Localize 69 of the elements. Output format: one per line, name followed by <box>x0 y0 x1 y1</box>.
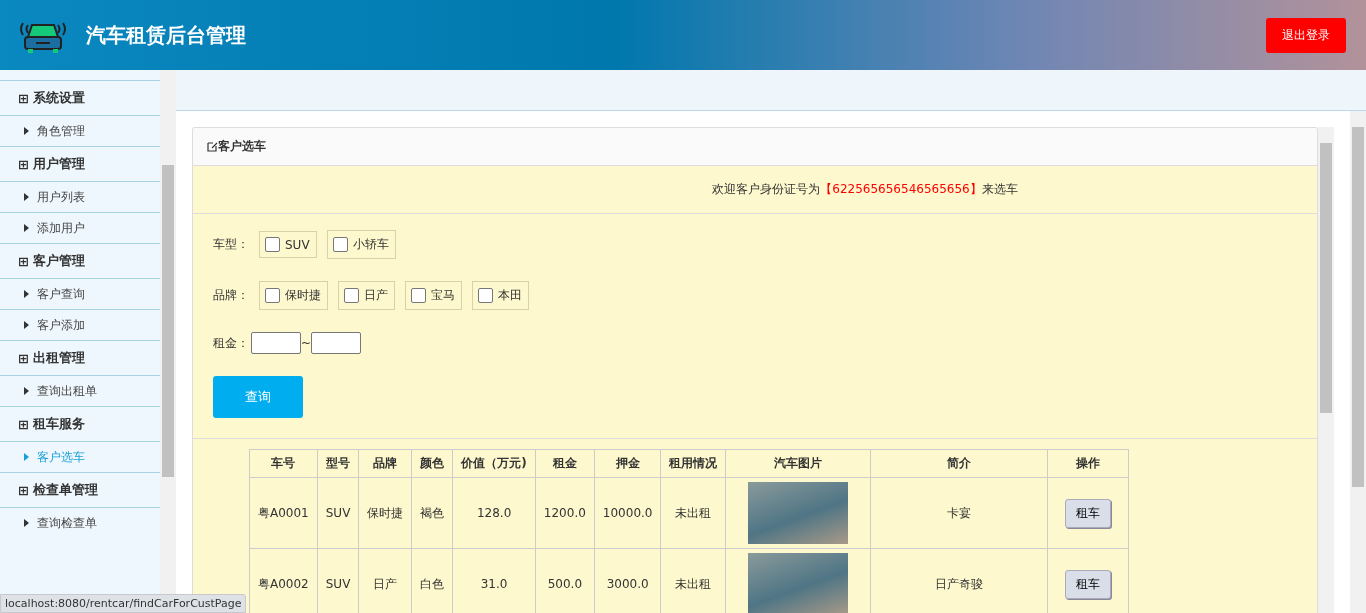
table-cell: 卡宴 <box>870 477 1048 549</box>
column-header: 型号 <box>317 449 359 478</box>
checkbox[interactable] <box>265 288 280 303</box>
table-cell: SUV <box>317 477 359 549</box>
column-header: 简介 <box>870 449 1048 478</box>
menu-group-label: 出租管理 <box>32 349 85 367</box>
edit-icon <box>207 141 218 152</box>
table-cell: 粤A0002 <box>249 548 318 613</box>
status-url-tooltip: localhost:8080/rentcar/findCarForCustPage <box>0 594 247 613</box>
range-separator: ~ <box>301 336 312 350</box>
filter-label: 车型： <box>213 236 249 253</box>
checkbox[interactable] <box>332 237 348 252</box>
table-cell: 粤A0001 <box>249 477 318 549</box>
rent-button[interactable]: 租车 <box>1065 498 1112 528</box>
scrollbar[interactable] <box>1350 111 1366 613</box>
caret-icon <box>24 453 29 461</box>
expand-icon: ⊞ <box>18 90 29 106</box>
checkbox-option[interactable]: 保时捷 <box>259 281 328 310</box>
caret-icon <box>24 519 29 527</box>
panel-title: 客户选车 <box>218 138 266 155</box>
expand-icon: ⊞ <box>18 253 29 269</box>
column-header: 价值（万元) <box>452 449 536 478</box>
column-header: 车号 <box>249 449 318 478</box>
min-rent-field[interactable] <box>251 332 301 354</box>
menu-group-label: 租车服务 <box>32 415 85 433</box>
menu-group-label: 客户管理 <box>32 252 85 270</box>
table-cell: 1200.0 <box>535 477 595 549</box>
welcome-text: 欢迎客户身份证号为【622565656546565656】来选车 <box>712 181 1018 198</box>
table-cell: 未出租 <box>660 477 726 549</box>
expand-icon: ⊞ <box>18 416 29 432</box>
column-header: 操作 <box>1047 449 1129 478</box>
column-header: 押金 <box>594 449 661 478</box>
checkbox[interactable] <box>478 288 493 303</box>
filter-label: 品牌： <box>213 287 249 304</box>
max-rent-field[interactable] <box>311 332 362 354</box>
table-cell: 10000.0 <box>594 477 661 549</box>
caret-icon <box>24 321 29 329</box>
column-header: 品牌 <box>358 449 412 478</box>
table-cell: 褐色 <box>411 477 453 549</box>
caret-icon <box>24 127 29 135</box>
column-header: 颜色 <box>411 449 453 478</box>
checkbox-option[interactable]: 本田 <box>472 281 529 310</box>
expand-icon: ⊞ <box>18 350 29 366</box>
checkbox-option[interactable]: 宝马 <box>405 281 462 310</box>
checkbox-option[interactable]: 小轿车 <box>326 230 396 259</box>
column-header: 租金 <box>535 449 595 478</box>
caret-icon <box>24 193 29 201</box>
column-header: 租用情况 <box>660 449 726 478</box>
expand-icon: ⊞ <box>18 156 29 172</box>
menu-group-label: 系统设置 <box>32 89 85 107</box>
table-cell: 保时捷 <box>358 477 412 549</box>
menu-group-label: 检查单管理 <box>32 481 98 499</box>
table-cell: 128.0 <box>452 477 536 549</box>
rent-button[interactable]: 租车 <box>1065 569 1112 599</box>
expand-icon: ⊞ <box>18 482 29 498</box>
checkbox[interactable] <box>344 288 359 303</box>
column-header: 汽车图片 <box>725 449 871 478</box>
checkbox[interactable] <box>265 237 280 252</box>
filter-label: 租金： <box>213 334 249 352</box>
caret-icon <box>24 290 29 298</box>
checkbox-option[interactable]: 日产 <box>338 281 395 310</box>
caret-icon <box>24 224 29 232</box>
checkbox-option[interactable]: SUV <box>259 231 317 258</box>
logout-button[interactable]: 退出登录 <box>1266 17 1346 53</box>
caret-icon <box>24 387 29 395</box>
scrollbar[interactable] <box>1318 127 1334 613</box>
checkbox[interactable] <box>411 288 426 303</box>
app-title: 汽车租赁后台管理 <box>86 21 247 49</box>
menu-group-label: 用户管理 <box>32 155 85 173</box>
